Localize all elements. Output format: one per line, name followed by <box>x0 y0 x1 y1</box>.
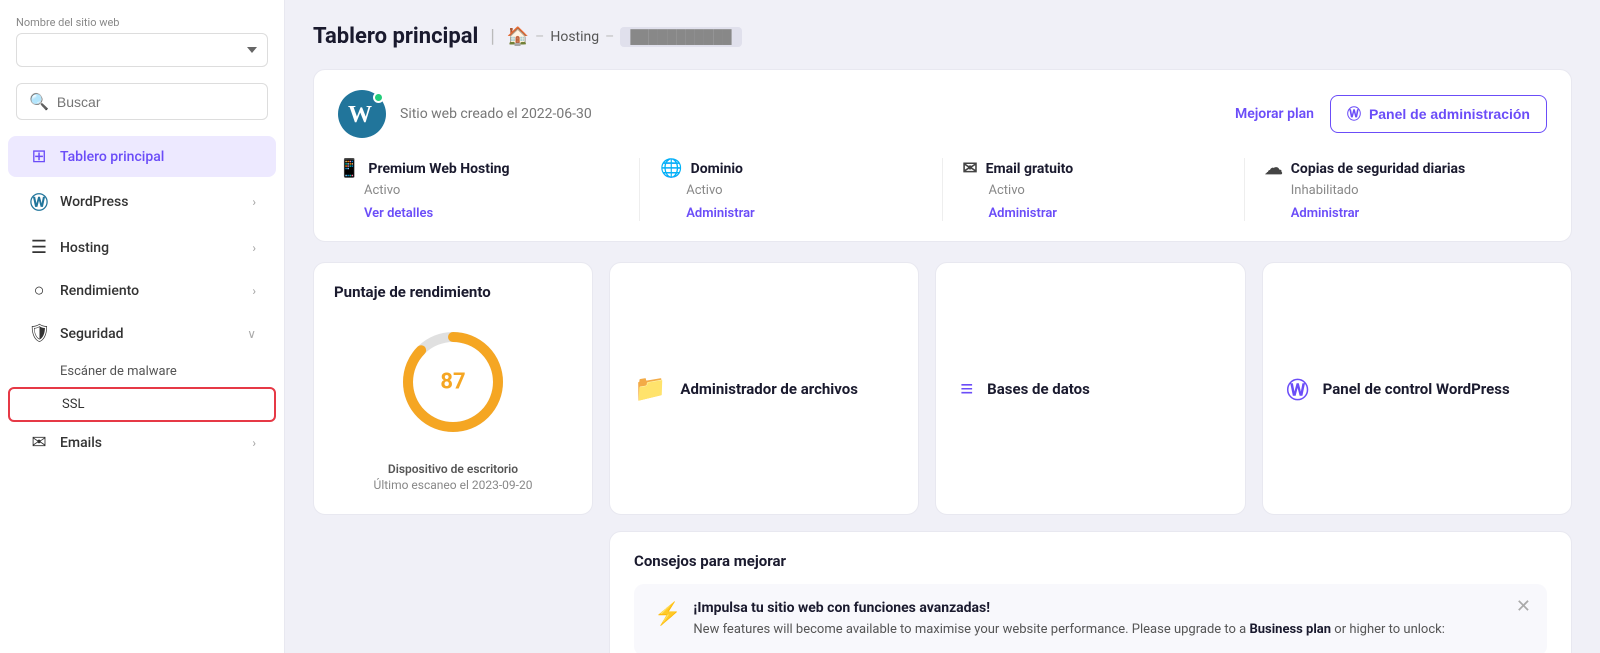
feature-domain-link[interactable]: Administrar <box>686 206 921 221</box>
sidebar-item-label: Hosting <box>60 240 109 256</box>
breadcrumb-site: ███████████ <box>620 27 741 47</box>
sidebar-subitem-ssl[interactable]: SSL <box>8 387 276 422</box>
dashboard-icon: ⊞ <box>28 146 50 167</box>
sidebar-item-tablero[interactable]: ⊞ Tablero principal <box>8 136 276 177</box>
sidebar-item-rendimiento[interactable]: ○ Rendimiento › <box>8 270 276 311</box>
domain-feature-icon: 🌐 <box>660 158 682 179</box>
feature-backup: ☁ Copias de seguridad diarias Inhabilita… <box>1245 158 1547 221</box>
feature-email: ✉ Email gratuito Activo Administrar <box>943 158 1245 221</box>
sidebar-item-hosting[interactable]: ☰ Hosting › <box>8 227 276 268</box>
file-manager-label: Administrador de archivos <box>680 380 858 398</box>
tip-highlight: Business plan <box>1249 622 1331 637</box>
search-icon: 🔍 <box>29 92 49 111</box>
sidebar-item-wordpress[interactable]: Ⓦ WordPress › <box>8 179 276 225</box>
breadcrumb-hosting[interactable]: Hosting <box>550 29 599 45</box>
email-feature-icon: ✉ <box>963 158 978 179</box>
tip-text: ¡Impulsa tu sitio web con funciones avan… <box>693 600 1444 640</box>
file-manager-icon: 📁 <box>634 374 666 404</box>
feature-backup-status: Inhabilitado <box>1291 183 1527 198</box>
sidebar: Nombre del sitio web 🔍 ⊞ Tablero princip… <box>0 0 285 653</box>
donut-wrap: 87 <box>334 315 572 449</box>
site-actions: Mejorar plan Ⓦ Panel de administración <box>1235 95 1547 133</box>
breadcrumb-sep2: – <box>605 29 614 45</box>
databases-label: Bases de datos <box>987 380 1090 398</box>
wp-control-icon: Ⓦ <box>1287 373 1309 405</box>
feature-domain: 🌐 Dominio Activo Administrar <box>640 158 942 221</box>
donut-chart: 87 <box>398 327 508 437</box>
breadcrumb-sep: – <box>535 29 544 45</box>
perf-device: Dispositivo de escritorio Último escaneo… <box>334 461 572 495</box>
file-manager-card[interactable]: 📁 Administrador de archivos <box>609 262 919 515</box>
feature-hosting-link[interactable]: Ver detalles <box>364 206 619 221</box>
performance-icon: ○ <box>28 280 50 301</box>
wp-control-card[interactable]: Ⓦ Panel de control WordPress <box>1262 262 1572 515</box>
tip-body: New features will become available to ma… <box>693 620 1444 640</box>
online-dot <box>373 92 384 103</box>
feature-hosting: 📱 Premium Web Hosting Activo Ver detalle… <box>338 158 640 221</box>
home-icon[interactable]: 🏠 <box>507 26 529 47</box>
chevron-right-icon: › <box>252 436 256 450</box>
search-input[interactable] <box>57 94 255 110</box>
feature-email-label: ✉ Email gratuito <box>963 158 1224 179</box>
wordpress-icon: Ⓦ <box>28 189 50 215</box>
security-icon: 🛡 <box>28 323 50 344</box>
admin-panel-button[interactable]: Ⓦ Panel de administración <box>1330 95 1547 133</box>
site-name-select[interactable] <box>16 33 268 67</box>
tips-section: Consejos para mejorar ⚡ ¡Impulsa tu siti… <box>609 531 1572 653</box>
sidebar-item-label: Tablero principal <box>60 149 164 165</box>
chevron-right-icon: › <box>252 284 256 298</box>
feature-hosting-label: 📱 Premium Web Hosting <box>338 158 619 179</box>
top-card: W Sitio web creado el 2022-06-30 Mejorar… <box>313 69 1572 242</box>
perf-score: 87 <box>440 369 465 394</box>
databases-icon: ≡ <box>960 376 973 402</box>
site-created-text: Sitio web creado el 2022-06-30 <box>400 106 592 122</box>
tip-close-button[interactable]: ✕ <box>1516 596 1531 617</box>
sidebar-item-label: Seguridad <box>60 326 124 342</box>
sidebar-item-label: Rendimiento <box>60 283 139 299</box>
tip-title: ¡Impulsa tu sitio web con funciones avan… <box>693 600 1444 616</box>
sidebar-item-label: WordPress <box>60 194 128 210</box>
perf-card-title: Puntaje de rendimiento <box>334 283 572 303</box>
databases-card[interactable]: ≡ Bases de datos <box>935 262 1245 515</box>
chevron-right-icon: › <box>252 195 256 209</box>
hosting-feature-icon: 📱 <box>338 158 360 179</box>
feature-domain-label: 🌐 Dominio <box>660 158 921 179</box>
tip-banner: ⚡ ¡Impulsa tu sitio web con funciones av… <box>634 584 1547 653</box>
admin-panel-label: Panel de administración <box>1369 106 1530 122</box>
backup-feature-icon: ☁ <box>1265 158 1283 179</box>
feature-backup-link[interactable]: Administrar <box>1291 206 1527 221</box>
tip-icon: ⚡ <box>654 602 681 627</box>
chevron-down-icon: ∨ <box>247 327 256 341</box>
wp-logo-wrap: W <box>338 90 386 138</box>
performance-card: Puntaje de rendimiento 87 Dispositivo de… <box>313 262 593 515</box>
site-name-label: Nombre del sitio web <box>0 16 284 29</box>
feature-domain-status: Activo <box>686 183 921 198</box>
feature-email-link[interactable]: Administrar <box>989 206 1224 221</box>
header-divider: | <box>490 26 494 47</box>
feature-backup-label: ☁ Copias de seguridad diarias <box>1265 158 1527 179</box>
features-row: 📱 Premium Web Hosting Activo Ver detalle… <box>338 158 1547 221</box>
page-header: Tablero principal | 🏠 – Hosting – ██████… <box>313 24 1572 49</box>
page-title: Tablero principal <box>313 24 478 49</box>
main-content: Tablero principal | 🏠 – Hosting – ██████… <box>285 0 1600 653</box>
search-box: 🔍 <box>16 83 268 120</box>
site-info-row: W Sitio web creado el 2022-06-30 Mejorar… <box>338 90 1547 138</box>
chevron-right-icon: › <box>252 241 256 255</box>
feature-hosting-status: Activo <box>364 183 619 198</box>
sidebar-subitem-malware[interactable]: Escáner de malware <box>8 356 276 387</box>
hosting-icon: ☰ <box>28 237 50 258</box>
emails-icon: ✉ <box>28 432 50 453</box>
wp-control-label: Panel de control WordPress <box>1323 380 1510 398</box>
bottom-grid: Puntaje de rendimiento 87 Dispositivo de… <box>313 262 1572 653</box>
sidebar-item-seguridad[interactable]: 🛡 Seguridad ∨ <box>8 313 276 354</box>
breadcrumb: 🏠 – Hosting – ███████████ <box>507 26 742 47</box>
feature-email-status: Activo <box>989 183 1224 198</box>
upgrade-link[interactable]: Mejorar plan <box>1235 106 1314 122</box>
wp-icon-small: Ⓦ <box>1347 104 1361 124</box>
sidebar-item-emails[interactable]: ✉ Emails › <box>8 422 276 463</box>
svg-text:W: W <box>348 102 372 128</box>
tips-title: Consejos para mejorar <box>634 552 1547 570</box>
sidebar-item-label: Emails <box>60 435 102 451</box>
